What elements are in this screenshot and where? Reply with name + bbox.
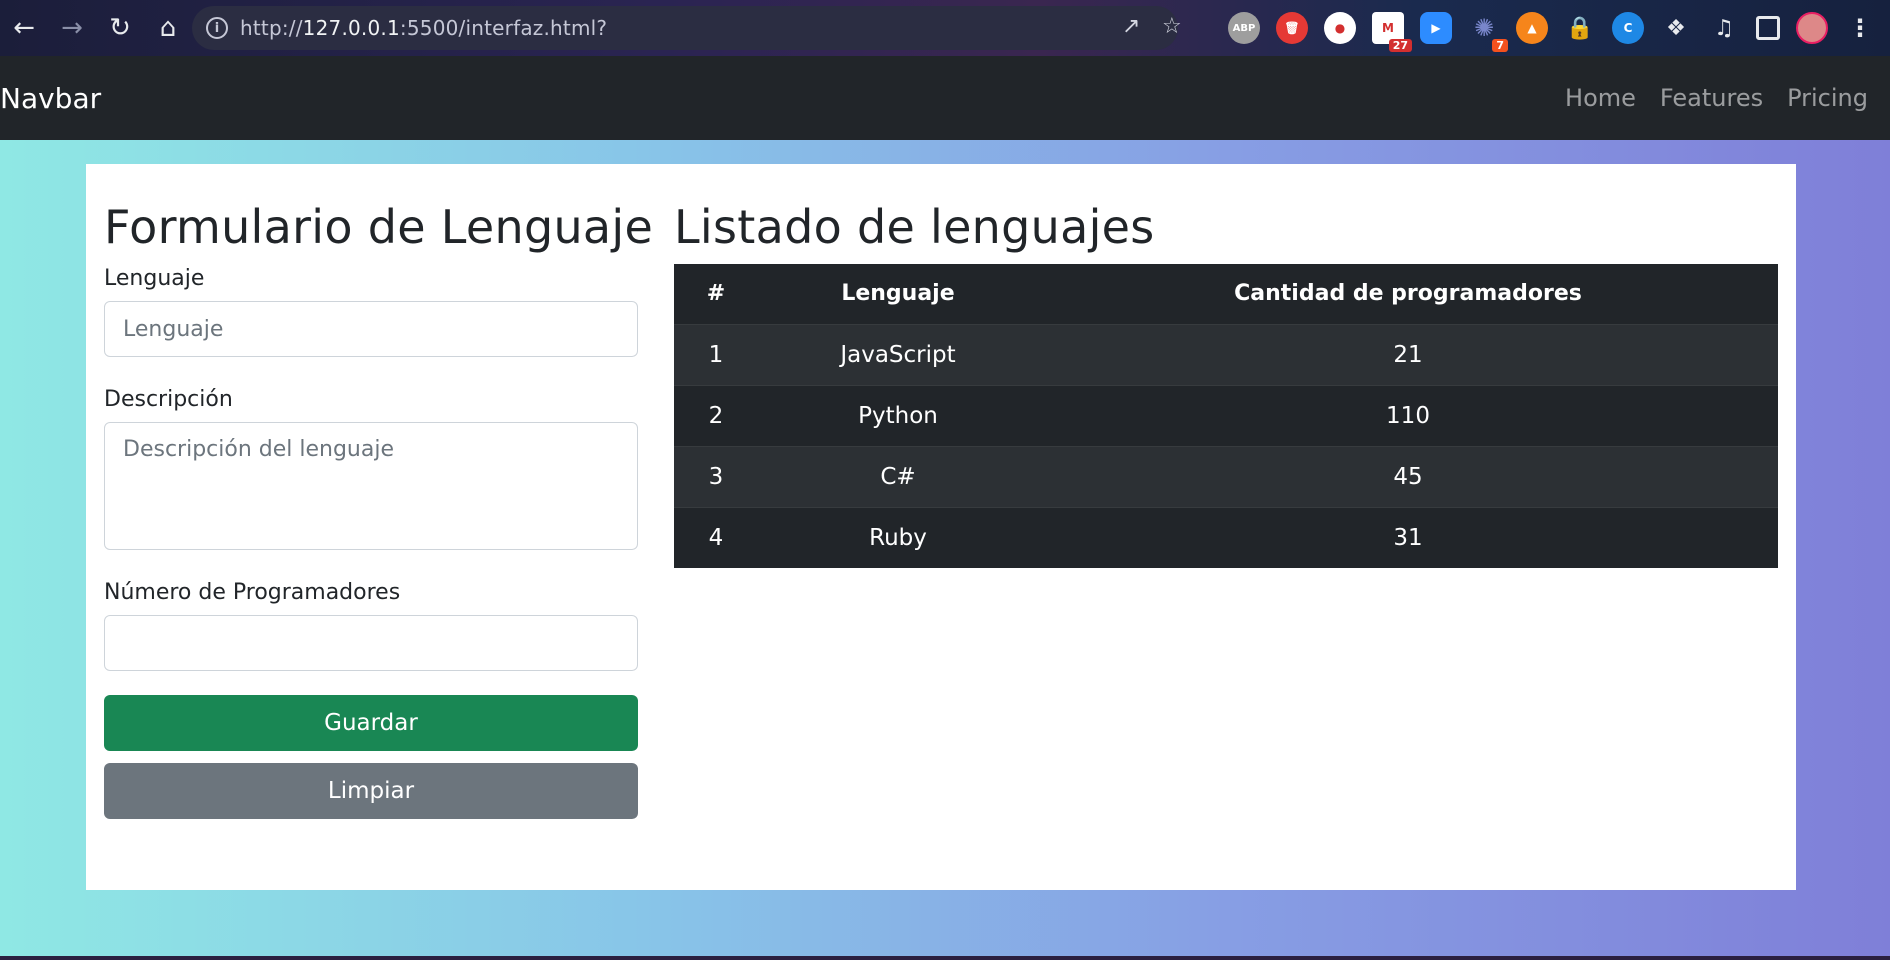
- opera-extension-icon[interactable]: ●: [1324, 12, 1356, 44]
- adblock-icon[interactable]: ABP: [1228, 12, 1260, 44]
- navbar-brand[interactable]: Navbar: [0, 82, 101, 115]
- row-programmers: 110: [1386, 402, 1430, 429]
- row-index: 4: [708, 524, 724, 551]
- description-label: Descripción: [104, 387, 233, 412]
- row-index: 1: [708, 341, 724, 368]
- side-panel-icon[interactable]: [1756, 16, 1780, 40]
- gmail-checker-icon[interactable]: M 27: [1372, 12, 1412, 52]
- header-programmers: Cantidad de programadores: [1234, 281, 1582, 307]
- gmail-badge: 27: [1388, 39, 1412, 52]
- form-title: Formulario de Lenguaje: [104, 200, 654, 254]
- table-row[interactable]: 2 Python 110: [674, 385, 1778, 446]
- nav-link-features[interactable]: Features: [1660, 84, 1763, 112]
- language-label: Lenguaje: [104, 266, 205, 291]
- nav-link-home[interactable]: Home: [1565, 84, 1636, 112]
- content-card: Formulario de Lenguaje Lenguaje Lenguaje…: [86, 164, 1796, 890]
- row-language: JavaScript: [840, 341, 956, 368]
- puzzle-icon[interactable]: ❖: [1660, 12, 1692, 44]
- table-row[interactable]: 4 Ruby 31: [674, 507, 1778, 568]
- row-language: C#: [880, 463, 916, 490]
- adblock-label: ABP: [1232, 22, 1256, 34]
- row-index: 2: [708, 402, 724, 429]
- share-icon[interactable]: ↗: [1122, 14, 1140, 39]
- nav-link-pricing[interactable]: Pricing: [1787, 84, 1868, 112]
- clear-button[interactable]: Limpiar: [104, 763, 638, 819]
- save-button[interactable]: Guardar: [104, 695, 638, 751]
- languages-table: # Lenguaje Cantidad de programadores 1 J…: [674, 264, 1778, 568]
- row-language: Ruby: [869, 524, 927, 551]
- description-textarea[interactable]: Descripción del lenguaje: [104, 422, 638, 550]
- list-title: Listado de lenguajes: [674, 200, 1155, 254]
- sparkle-badge: 7: [1492, 39, 1508, 52]
- language-input[interactable]: Lenguaje: [104, 301, 638, 357]
- row-programmers: 31: [1393, 524, 1423, 551]
- media-control-icon[interactable]: ♫: [1708, 12, 1740, 44]
- reload-icon[interactable]: ↻: [96, 0, 144, 56]
- forward-arrow-icon[interactable]: →: [48, 0, 96, 56]
- url-path: :5500/interfaz.html?: [399, 16, 608, 40]
- site-info-icon[interactable]: i: [206, 17, 228, 39]
- header-language: Lenguaje: [841, 281, 955, 307]
- c-extension-icon[interactable]: C: [1612, 12, 1644, 44]
- sparkle-extension-icon[interactable]: ✺ 7: [1468, 12, 1508, 52]
- address-bar[interactable]: i http://127.0.0.1:5500/interfaz.html? ↗…: [192, 6, 1182, 50]
- address-url[interactable]: http://127.0.0.1:5500/interfaz.html?: [240, 16, 607, 40]
- lock-extension-icon[interactable]: 🔒: [1564, 12, 1596, 44]
- programmers-input[interactable]: [104, 615, 638, 671]
- row-programmers: 21: [1393, 341, 1423, 368]
- menu-kebab-icon[interactable]: ⋮: [1844, 12, 1876, 44]
- home-icon[interactable]: ⌂: [144, 0, 192, 56]
- app-navbar: Navbar Home Features Pricing: [0, 56, 1890, 140]
- header-index: #: [706, 281, 726, 307]
- table-row[interactable]: 1 JavaScript 21: [674, 324, 1778, 385]
- row-language: Python: [858, 402, 938, 429]
- row-index: 3: [708, 463, 724, 490]
- avatar[interactable]: [1796, 12, 1828, 44]
- row-programmers: 45: [1393, 463, 1423, 490]
- metamask-icon[interactable]: ▲: [1516, 12, 1548, 44]
- url-host: 127.0.0.1: [302, 16, 400, 40]
- programmers-label: Número de Programadores: [104, 580, 401, 605]
- zoom-extension-icon[interactable]: ▶: [1420, 12, 1452, 44]
- navbar-links: Home Features Pricing: [1541, 84, 1890, 112]
- extensions-bar: ABP 🗑 ● M 27 ▶ ✺ 7 ▲ 🔒 C ❖ ♫ ⋮: [1228, 10, 1876, 52]
- language-form: Formulario de Lenguaje Lenguaje Lenguaje…: [104, 200, 654, 819]
- bottom-border: [0, 956, 1890, 960]
- table-header-row: # Lenguaje Cantidad de programadores: [674, 264, 1778, 324]
- url-scheme: http://: [240, 16, 303, 40]
- language-list: Listado de lenguajes # Lenguaje Cantidad…: [674, 200, 1778, 568]
- table-row[interactable]: 3 C# 45: [674, 446, 1778, 507]
- bookmark-star-icon[interactable]: ☆: [1162, 14, 1182, 39]
- trash-extension-icon[interactable]: 🗑: [1276, 12, 1308, 44]
- back-arrow-icon[interactable]: ←: [0, 0, 48, 56]
- browser-toolbar: ← → ↻ ⌂ i http://127.0.0.1:5500/interfaz…: [0, 0, 1890, 56]
